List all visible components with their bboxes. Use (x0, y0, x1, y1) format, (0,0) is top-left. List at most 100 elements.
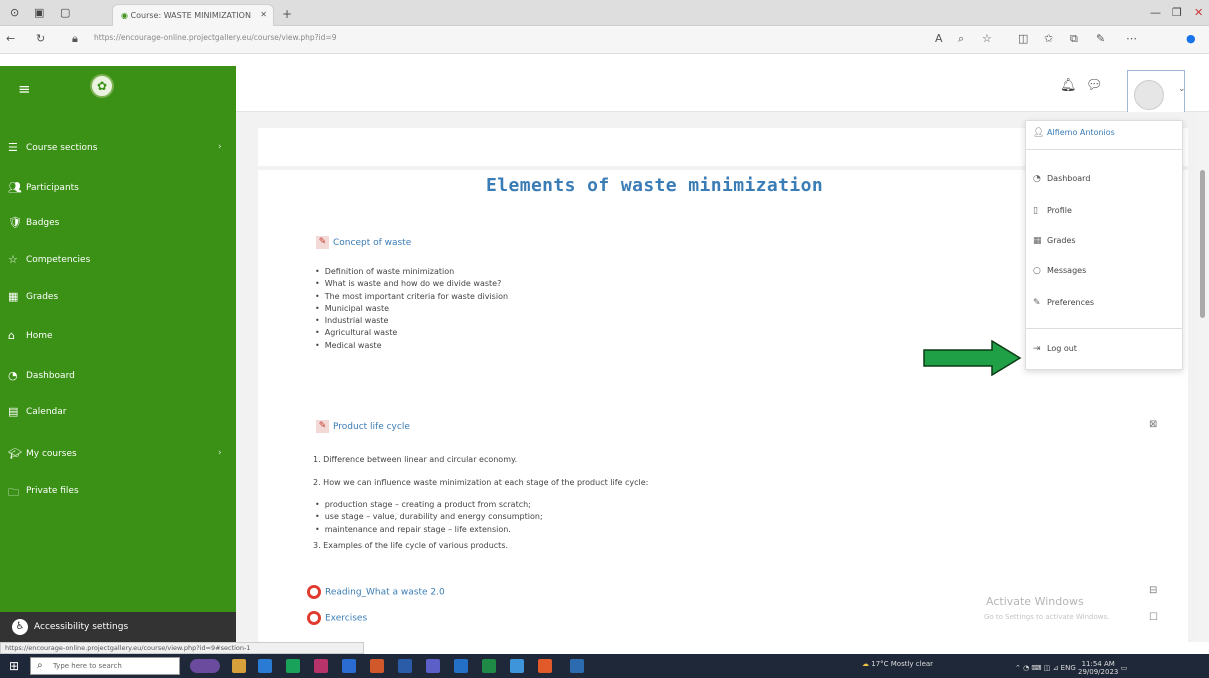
paragraph-2: 2. How we can influence waste minimizati… (313, 478, 649, 487)
menu-item-grades[interactable]: ▦ Grades (1033, 236, 1076, 246)
activate-windows-watermark: Activate Windows (986, 595, 1084, 608)
completion-checkbox-icon[interactable]: ⊟ (1149, 585, 1157, 596)
activity-concept-of-waste[interactable]: ✎ Concept of waste (316, 236, 411, 249)
collections-icon[interactable]: ▣ (34, 6, 44, 19)
minimize-icon[interactable]: — (1150, 6, 1161, 19)
sidebar-item-my-courses[interactable]: 🎓︎ My courses › (0, 440, 236, 470)
sidebar-item-participants[interactable]: 👥︎ Participants (0, 174, 236, 204)
search-icon: ⌕ (37, 660, 43, 671)
sidebar-item-dashboard[interactable]: ◔ Dashboard (0, 362, 236, 392)
users-icon: 👥︎ (8, 181, 22, 194)
store-icon[interactable] (258, 659, 272, 673)
sidebar-item-course-sections[interactable]: ☰ Course sections › (0, 134, 236, 164)
courses-icon: 🎓︎ (8, 447, 22, 460)
site-logo[interactable]: ✿ (90, 74, 114, 98)
favorite-icon[interactable]: ☆ (982, 32, 992, 45)
file-explorer-icon[interactable] (232, 659, 246, 673)
activity-label: Reading_What a waste 2.0 (325, 587, 445, 598)
split-screen-icon[interactable]: ◫ (1018, 32, 1028, 45)
sidebar-item-label: Dashboard (26, 371, 75, 381)
user-icon: 👤︎ (1033, 128, 1045, 138)
activity-label: Product life cycle (333, 422, 410, 432)
sidebar-item-competencies[interactable]: ☆ Competencies (0, 246, 236, 276)
sidebar-item-home[interactable]: ⌂ Home (0, 322, 236, 352)
completion-checkbox-icon[interactable]: ⊠ (1149, 419, 1157, 430)
files-icon: 🗀 (8, 486, 19, 499)
clock[interactable]: 11:54 AM 29/09/2023 (1078, 660, 1118, 676)
url-field[interactable]: https://encourage-online.projectgallery.… (94, 33, 894, 48)
sidebar-item-private-files[interactable]: 🗀 Private files (0, 477, 236, 507)
preferences-icon: ✎ (1033, 298, 1041, 308)
app-icon-2[interactable] (342, 659, 356, 673)
word-icon[interactable] (398, 659, 412, 673)
activity-reading[interactable]: ⬤ Reading_What a waste 2.0 (307, 585, 445, 599)
taskbar-search-input[interactable]: ⌕ Type here to search (30, 657, 180, 675)
powerpoint-icon[interactable] (370, 659, 384, 673)
avatar[interactable] (1134, 80, 1164, 110)
sidebar-item-label: Badges (26, 218, 60, 228)
notification-center-icon[interactable]: ▭ (1121, 664, 1128, 672)
new-tab-icon[interactable]: + (282, 7, 292, 21)
outlook-icon[interactable] (454, 659, 468, 673)
weather-text: 17°C Mostly clear (871, 660, 934, 668)
sidebar-item-grades[interactable]: ▦ Grades (0, 283, 236, 313)
refresh-icon[interactable]: ↻ (36, 32, 45, 45)
widget-icon[interactable] (190, 659, 220, 673)
logout-menu-item[interactable]: ⇥ Log out (1033, 344, 1077, 354)
app-icon-4[interactable] (570, 659, 584, 673)
copilot-icon[interactable]: ● (1186, 32, 1196, 45)
sidebar-item-calendar[interactable]: ▤ Calendar (0, 398, 236, 428)
sidebar-item-label: Home (26, 331, 53, 341)
profile-icon: ▯ (1033, 206, 1038, 216)
profile-icon[interactable]: ⊙ (10, 6, 19, 19)
sidebar-item-badges[interactable]: 🛡︎ Badges (0, 209, 236, 239)
menu-item-preferences[interactable]: ✎ Preferences (1033, 298, 1094, 308)
menu-item-dashboard[interactable]: ◔ Dashboard (1033, 174, 1090, 184)
teams-icon[interactable] (426, 659, 440, 673)
menu-item-messages[interactable]: ○ Messages (1033, 266, 1086, 276)
menu-item-label: Dashboard (1047, 174, 1091, 183)
notifications-icon[interactable]: 🔔︎ (1060, 78, 1077, 93)
menu-username[interactable]: 👤︎ Alfiemo Antonios (1033, 128, 1115, 138)
restore-icon[interactable]: ❐ (1172, 6, 1182, 19)
weather-widget[interactable]: ☁︎ 17°C Mostly clear (862, 660, 933, 668)
menu-item-profile[interactable]: ▯ Profile (1033, 206, 1072, 216)
zoom-icon[interactable]: ⌕ (958, 32, 964, 46)
collections-bar-icon[interactable]: ⧉ (1070, 32, 1078, 46)
back-icon[interactable]: ← (6, 32, 15, 45)
windows-start-icon[interactable]: ⊞ (9, 659, 19, 673)
system-tray[interactable]: ⌃ ◔ ⌨ ◫ ⊿ ENG 11:54 AM 29/09/2023 ▭ (1015, 660, 1127, 676)
tab-favicon-icon: ◉ (121, 11, 131, 20)
excel-icon[interactable] (482, 659, 496, 673)
sidebar-item-label: Participants (26, 183, 79, 193)
list-item: maintenance and repair stage – life exte… (315, 525, 543, 537)
close-window-icon[interactable]: ✕ (1194, 6, 1203, 19)
browser-tab[interactable]: ◉ Course: WASTE MINIMIZATION ✕ (112, 4, 274, 26)
more-icon[interactable]: ⋯ (1126, 32, 1137, 45)
extensions-icon[interactable]: ✎ (1096, 32, 1105, 45)
activity-exercises[interactable]: ⬤ Exercises (307, 611, 367, 625)
completion-checkbox-icon[interactable]: ☐ (1149, 612, 1158, 623)
firefox-icon[interactable] (538, 659, 552, 673)
tab-close-icon[interactable]: ✕ (260, 10, 267, 19)
hamburger-menu-icon[interactable]: ≡ (18, 80, 31, 98)
read-aloud-icon[interactable]: A (935, 32, 943, 45)
app-icon-3[interactable] (510, 659, 524, 673)
page-resource-icon: ✎ (316, 236, 329, 249)
sidebar-item-label: Calendar (26, 407, 67, 417)
calendar-icon: ▤ (8, 405, 19, 418)
status-bar-url: https://encourage-online.projectgallery.… (0, 642, 364, 654)
favorites-icon[interactable]: ✩ (1044, 32, 1053, 45)
tab-actions-icon[interactable]: ▢ (60, 6, 70, 19)
app-icon-1[interactable] (314, 659, 328, 673)
list-item: production stage – creating a product fr… (315, 500, 543, 512)
activate-windows-subtext: Go to Settings to activate Windows. (984, 613, 1110, 621)
activity-product-life-cycle[interactable]: ✎ Product life cycle (316, 420, 410, 433)
tray-icons[interactable]: ⌃ ◔ ⌨ ◫ ⊿ ENG (1015, 664, 1078, 672)
messages-header-icon[interactable]: 💬︎ (1086, 78, 1103, 93)
accessibility-settings-button[interactable]: ♿︎ Accessibility settings (0, 612, 236, 642)
edge-icon[interactable] (286, 659, 300, 673)
scrollbar-thumb[interactable] (1200, 170, 1205, 318)
page-title: Elements of waste minimization (486, 175, 824, 196)
chevron-down-icon[interactable]: ⌄ (1178, 84, 1186, 94)
